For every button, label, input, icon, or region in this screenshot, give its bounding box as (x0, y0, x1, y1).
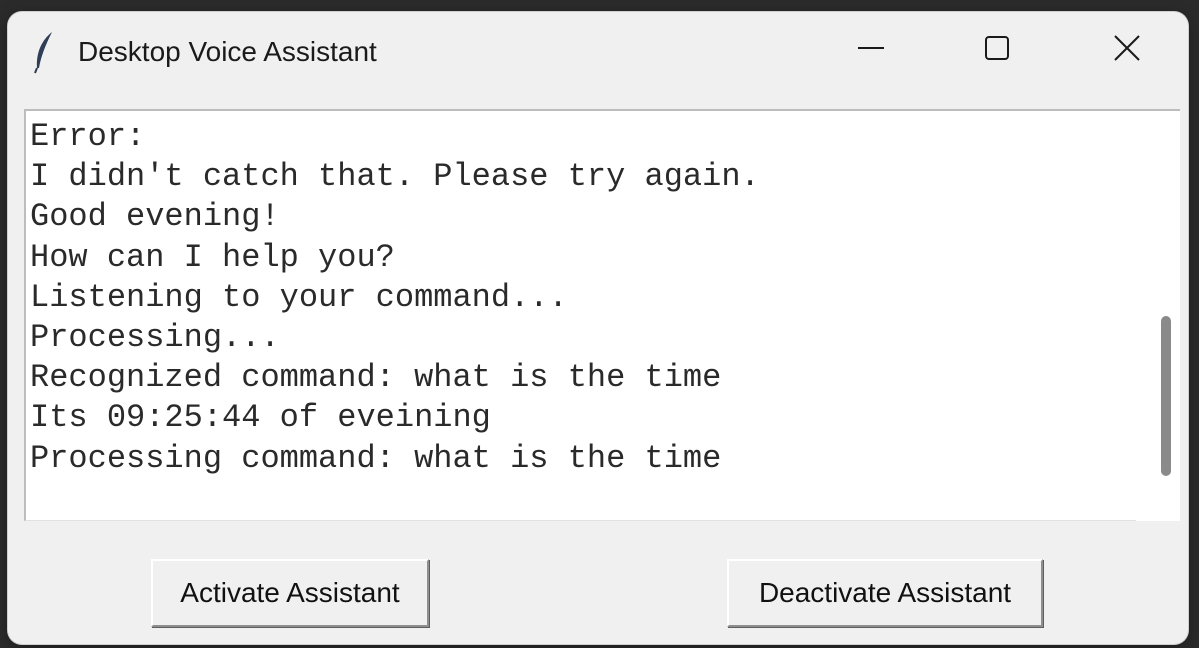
window-title: Desktop Voice Assistant (78, 36, 377, 67)
log-line: Error: (30, 118, 146, 155)
minimize-icon (858, 47, 884, 49)
scrollbar-thumb[interactable] (1161, 316, 1171, 476)
maximize-button[interactable] (943, 12, 1053, 84)
close-button[interactable] (1072, 12, 1182, 84)
output-text-area[interactable]: Error: I didn't catch that. Please try a… (30, 117, 1120, 517)
log-line: Good evening! (30, 198, 280, 236)
close-icon (1114, 35, 1140, 61)
log-line: Its 09:25:44 of eveining (30, 399, 491, 437)
log-line: I didn't catch that. Please try again. (30, 158, 760, 196)
log-line: Recognized command: what is the time (30, 359, 722, 397)
vertical-scrollbar[interactable] (1136, 111, 1180, 521)
output-textbox[interactable]: Error: I didn't catch that. Please try a… (24, 109, 1180, 521)
title-bar[interactable]: Desktop Voice Assistant (8, 12, 1188, 92)
log-line: Listening to your command... (30, 278, 568, 316)
log-line: How can I help you? (30, 238, 395, 276)
log-line: Processing command: what is the time (30, 439, 722, 477)
deactivate-assistant-button[interactable]: Deactivate Assistant (727, 559, 1043, 627)
minimize-button[interactable] (816, 12, 926, 84)
app-window: Desktop Voice Assistant Error: I didn't … (8, 12, 1188, 644)
activate-assistant-button[interactable]: Activate Assistant (151, 559, 429, 627)
log-line: Processing... (30, 319, 280, 357)
feather-icon (30, 30, 58, 74)
maximize-icon (985, 36, 1009, 60)
